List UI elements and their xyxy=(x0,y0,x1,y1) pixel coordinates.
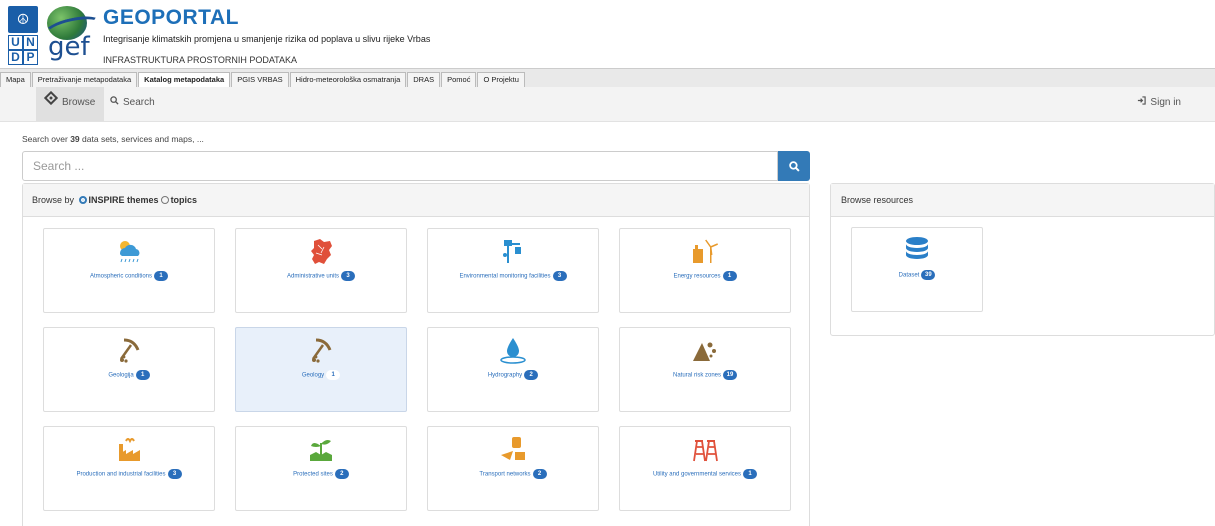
utility-tower-icon xyxy=(690,435,720,463)
theme-card-natural-risk-zones[interactable]: Natural risk zones 19 xyxy=(619,327,791,412)
theme-card-transport-networks[interactable]: Transport networks 2 xyxy=(427,426,599,511)
browse-resources-header: Browse resources xyxy=(831,184,1214,217)
pickaxe-icon xyxy=(114,336,144,364)
site-subtitle: Integrisanje klimatskih promjena u smanj… xyxy=(103,34,431,44)
theme-label: Geologija xyxy=(108,372,134,379)
theme-card-geology[interactable]: Geology 1 xyxy=(235,327,407,412)
sign-in-icon xyxy=(1137,87,1147,119)
radio-topics-label[interactable]: topics xyxy=(171,195,198,205)
theme-count-badge: 1 xyxy=(135,370,150,380)
theme-count-badge: 3 xyxy=(167,469,182,479)
menu-tab-7[interactable]: O Projektu xyxy=(477,72,525,87)
theme-card-protected-sites[interactable]: Protected sites 2 xyxy=(235,426,407,511)
resource-count-badge: 39 xyxy=(921,270,936,280)
search-count-text: Search over 39 data sets, services and m… xyxy=(22,134,204,144)
resource-label: Dataset xyxy=(898,272,920,279)
resource-card-dataset[interactable]: Dataset 39 xyxy=(851,227,983,312)
app-header: ☮ U N D P gef GEOPORTAL Integrisanje kli… xyxy=(0,0,1215,68)
radio-inspire-label[interactable]: INSPIRE themes xyxy=(89,195,159,205)
wind-turbine-icon xyxy=(690,237,720,265)
undp-logo: ☮ U N D P xyxy=(8,6,38,65)
theme-label: Utility and governmental services xyxy=(652,471,742,478)
search-icon xyxy=(110,87,119,119)
menu-tab-0[interactable]: Mapa xyxy=(0,72,31,87)
gef-logo: gef xyxy=(42,4,104,62)
theme-label: Energy resources xyxy=(673,273,721,280)
factory-icon xyxy=(114,435,144,463)
monitoring-station-icon xyxy=(498,237,528,265)
rockfall-icon xyxy=(690,336,720,364)
theme-card-atmospheric-conditions[interactable]: Atmospheric conditions 1 xyxy=(43,228,215,313)
theme-card-utility-services[interactable]: Utility and governmental services 1 xyxy=(619,426,791,511)
menu-tab-3[interactable]: PGIS VRBAS xyxy=(231,72,289,87)
theme-label: Natural risk zones xyxy=(672,372,722,379)
site-tagline: INFRASTRUKTURA PROSTORNIH PODATAKA xyxy=(103,55,298,65)
nav-browse-label: Browse xyxy=(62,97,96,108)
search-icon xyxy=(788,160,800,172)
database-icon xyxy=(902,236,932,264)
undp-letter: U xyxy=(8,35,23,50)
theme-count-badge: 3 xyxy=(552,271,567,281)
menu-tab-4[interactable]: Hidro-meteorološka osmatranja xyxy=(289,72,407,87)
theme-card-environmental-monitoring[interactable]: Environmental monitoring facilities 3 xyxy=(427,228,599,313)
sign-in-label: Sign in xyxy=(1150,97,1181,108)
radio-topics[interactable] xyxy=(160,196,169,204)
theme-label: Hydrography xyxy=(487,372,523,379)
theme-count-badge: 1 xyxy=(743,469,758,479)
sign-in-link[interactable]: Sign in xyxy=(1137,87,1181,121)
nav-search[interactable]: Search xyxy=(110,87,155,121)
catalog-navbar: Browse Search Sign in xyxy=(0,87,1215,122)
dataset-count: 39 xyxy=(70,134,80,144)
theme-card-energy-resources[interactable]: Energy resources 1 xyxy=(619,228,791,313)
theme-count-badge: 1 xyxy=(722,271,737,281)
theme-count-badge: 1 xyxy=(326,370,341,380)
search-bar xyxy=(22,151,810,181)
undp-letter: P xyxy=(23,50,38,65)
gef-wordmark: gef xyxy=(48,32,90,62)
pickaxe-icon xyxy=(306,336,336,364)
theme-count-badge: 1 xyxy=(154,271,169,281)
theme-label: Protected sites xyxy=(293,471,333,478)
theme-count-badge: 2 xyxy=(524,370,539,380)
main-menu-tabs: Mapa Pretraživanje metapodataka Katalog me… xyxy=(0,68,1215,88)
un-emblem-icon: ☮ xyxy=(8,6,38,33)
undp-letter: D xyxy=(8,50,23,65)
browse-by-header: Browse by INSPIRE themes topics xyxy=(23,184,809,217)
theme-card-hydrography[interactable]: Hydrography 2 xyxy=(427,327,599,412)
water-drop-icon xyxy=(498,336,528,364)
search-button[interactable] xyxy=(778,151,810,181)
browse-icon xyxy=(43,87,59,119)
browse-themes-panel: Browse by INSPIRE themes topics Atmospher… xyxy=(22,183,810,526)
nav-search-label: Search xyxy=(123,97,155,108)
menu-tab-1[interactable]: Pretraživanje metapodataka xyxy=(31,72,138,87)
theme-label: Administrative units xyxy=(286,273,340,280)
theme-label: Transport networks xyxy=(479,471,531,478)
theme-count-badge: 3 xyxy=(341,271,356,281)
menu-tab-5[interactable]: DRAS xyxy=(407,72,441,87)
transport-icon xyxy=(498,435,528,463)
map-europe-icon xyxy=(306,237,336,265)
theme-count-badge: 2 xyxy=(334,469,349,479)
cloud-rain-icon xyxy=(114,237,144,265)
plant-icon xyxy=(306,435,336,463)
theme-count-badge: 19 xyxy=(723,370,738,380)
theme-card-geologija[interactable]: Geologija 1 xyxy=(43,327,215,412)
theme-count-badge: 2 xyxy=(532,469,547,479)
undp-letter: N xyxy=(23,35,38,50)
search-input[interactable] xyxy=(22,151,778,181)
theme-label: Production and industrial facilities xyxy=(76,471,166,478)
browse-resources-panel: Browse resources Dataset 39 xyxy=(830,183,1215,336)
radio-inspire-themes[interactable] xyxy=(78,196,87,204)
menu-tab-6[interactable]: Pomoć xyxy=(441,72,477,87)
site-title: GEOPORTAL xyxy=(103,6,239,29)
theme-label: Environmental monitoring facilities xyxy=(459,273,551,280)
theme-card-production-industrial[interactable]: Production and industrial facilities 3 xyxy=(43,426,215,511)
theme-label: Geology xyxy=(301,372,325,379)
theme-label: Atmospheric conditions xyxy=(89,273,153,280)
menu-tab-2[interactable]: Katalog metapodataka xyxy=(138,72,231,87)
theme-card-administrative-units[interactable]: Administrative units 3 xyxy=(235,228,407,313)
nav-browse[interactable]: Browse xyxy=(36,87,104,121)
